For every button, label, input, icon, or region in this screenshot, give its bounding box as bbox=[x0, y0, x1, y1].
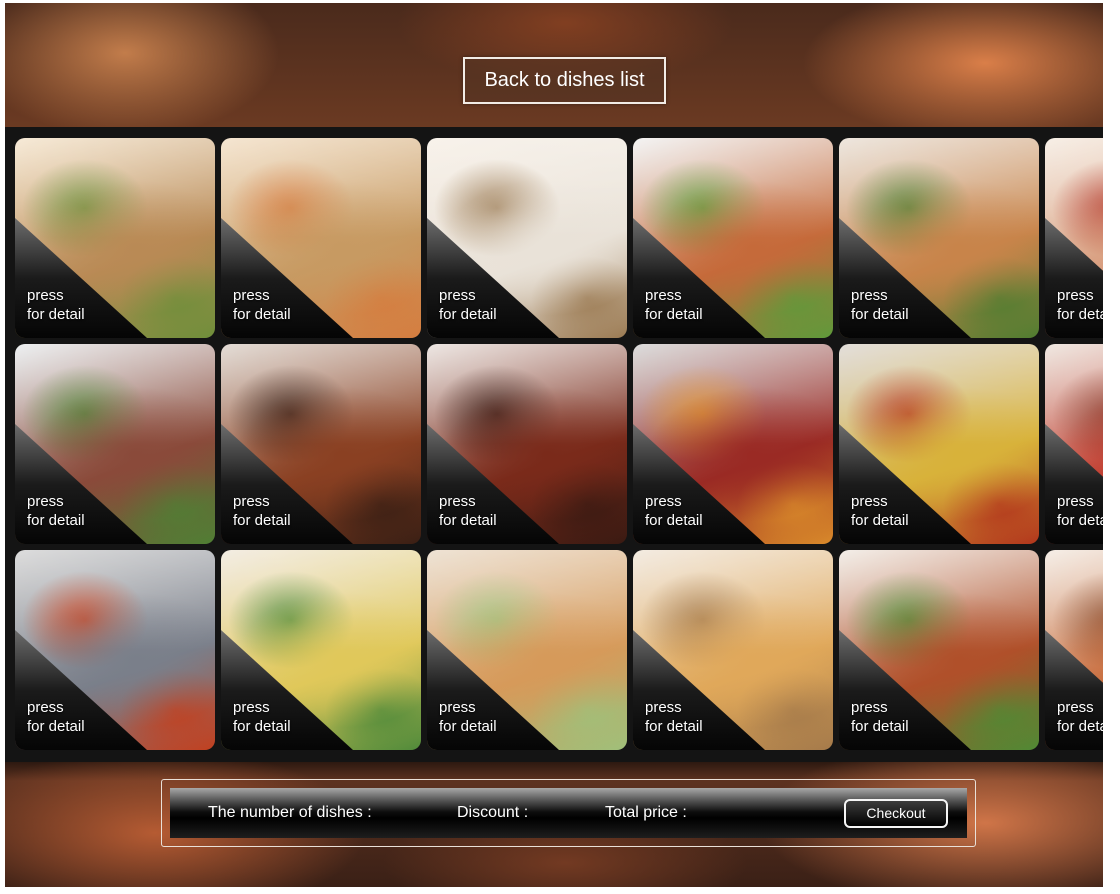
dish-grid: press for detail press for detail press for d… bbox=[5, 127, 1103, 762]
press-for-detail-label: press for detail bbox=[1057, 286, 1103, 324]
for-detail-text: for detail bbox=[851, 306, 909, 323]
tile-gloss bbox=[839, 138, 1039, 238]
press-text: press bbox=[851, 287, 888, 304]
press-for-detail-label: press for detail bbox=[27, 286, 85, 324]
dish-tile[interactable]: press for detail bbox=[1045, 550, 1103, 750]
dish-tile[interactable]: press for detail bbox=[633, 344, 833, 544]
press-text: press bbox=[233, 699, 270, 716]
dish-tile[interactable]: press for detail bbox=[427, 138, 627, 338]
tile-gloss bbox=[839, 550, 1039, 650]
for-detail-text: for detail bbox=[233, 512, 291, 529]
tile-gloss bbox=[15, 550, 215, 650]
press-for-detail-label: press for detail bbox=[439, 698, 497, 736]
tile-gloss bbox=[427, 344, 627, 444]
press-for-detail-label: press for detail bbox=[1057, 698, 1103, 736]
dish-tile[interactable]: press for detail bbox=[221, 138, 421, 338]
press-for-detail-label: press for detail bbox=[233, 698, 291, 736]
press-for-detail-label: press for detail bbox=[645, 698, 703, 736]
for-detail-text: for detail bbox=[233, 718, 291, 735]
tile-gloss bbox=[221, 344, 421, 444]
for-detail-text: for detail bbox=[233, 306, 291, 323]
dish-tile[interactable]: press for detail bbox=[839, 550, 1039, 750]
tile-gloss bbox=[427, 138, 627, 238]
for-detail-text: for detail bbox=[27, 306, 85, 323]
press-text: press bbox=[233, 493, 270, 510]
tile-gloss bbox=[633, 550, 833, 650]
dish-tile[interactable]: press for detail bbox=[1045, 344, 1103, 544]
press-text: press bbox=[851, 493, 888, 510]
press-for-detail-label: press for detail bbox=[27, 492, 85, 530]
dish-tile[interactable]: press for detail bbox=[221, 344, 421, 544]
press-text: press bbox=[645, 699, 682, 716]
press-text: press bbox=[439, 287, 476, 304]
press-for-detail-label: press for detail bbox=[233, 286, 291, 324]
press-for-detail-label: press for detail bbox=[851, 286, 909, 324]
press-for-detail-label: press for detail bbox=[851, 698, 909, 736]
for-detail-text: for detail bbox=[851, 512, 909, 529]
tile-gloss bbox=[1045, 550, 1103, 650]
dish-tile[interactable]: press for detail bbox=[427, 344, 627, 544]
tile-gloss bbox=[15, 344, 215, 444]
for-detail-text: for detail bbox=[645, 512, 703, 529]
press-for-detail-label: press for detail bbox=[645, 286, 703, 324]
press-for-detail-label: press for detail bbox=[439, 286, 497, 324]
press-text: press bbox=[645, 287, 682, 304]
for-detail-text: for detail bbox=[439, 306, 497, 323]
for-detail-text: for detail bbox=[439, 718, 497, 735]
dish-tile[interactable]: press for detail bbox=[427, 550, 627, 750]
press-for-detail-label: press for detail bbox=[439, 492, 497, 530]
dish-tile[interactable]: press for detail bbox=[15, 550, 215, 750]
checkout-button[interactable]: Checkout bbox=[844, 799, 948, 828]
tile-gloss bbox=[633, 344, 833, 444]
dish-tile[interactable]: press for detail bbox=[633, 138, 833, 338]
press-for-detail-label: press for detail bbox=[645, 492, 703, 530]
press-text: press bbox=[27, 493, 64, 510]
tile-gloss bbox=[839, 344, 1039, 444]
for-detail-text: for detail bbox=[1057, 512, 1103, 529]
press-text: press bbox=[1057, 493, 1094, 510]
for-detail-text: for detail bbox=[27, 512, 85, 529]
press-text: press bbox=[439, 699, 476, 716]
dish-tile[interactable]: press for detail bbox=[15, 344, 215, 544]
for-detail-text: for detail bbox=[439, 512, 497, 529]
press-for-detail-label: press for detail bbox=[851, 492, 909, 530]
tile-gloss bbox=[221, 138, 421, 238]
press-for-detail-label: press for detail bbox=[233, 492, 291, 530]
tile-gloss bbox=[633, 138, 833, 238]
discount-label: Discount : bbox=[457, 804, 529, 821]
back-to-dishes-button[interactable]: Back to dishes list bbox=[463, 57, 666, 104]
tile-gloss bbox=[15, 138, 215, 238]
press-text: press bbox=[27, 699, 64, 716]
press-text: press bbox=[851, 699, 888, 716]
for-detail-text: for detail bbox=[1057, 306, 1103, 323]
for-detail-text: for detail bbox=[1057, 718, 1103, 735]
tile-gloss bbox=[427, 550, 627, 650]
dish-tile[interactable]: press for detail bbox=[15, 138, 215, 338]
dish-tile[interactable]: press for detail bbox=[839, 138, 1039, 338]
press-text: press bbox=[645, 493, 682, 510]
tile-gloss bbox=[221, 550, 421, 650]
press-text: press bbox=[27, 287, 64, 304]
press-text: press bbox=[1057, 287, 1094, 304]
press-text: press bbox=[233, 287, 270, 304]
for-detail-text: for detail bbox=[645, 306, 703, 323]
press-for-detail-label: press for detail bbox=[1057, 492, 1103, 530]
total-price-label: Total price : bbox=[605, 804, 687, 821]
dish-tile[interactable]: press for detail bbox=[1045, 138, 1103, 338]
dish-count-label: The number of dishes : bbox=[208, 804, 372, 821]
for-detail-text: for detail bbox=[27, 718, 85, 735]
press-text: press bbox=[439, 493, 476, 510]
dish-tile[interactable]: press for detail bbox=[633, 550, 833, 750]
for-detail-text: for detail bbox=[851, 718, 909, 735]
tile-gloss bbox=[1045, 138, 1103, 238]
tile-gloss bbox=[1045, 344, 1103, 444]
press-for-detail-label: press for detail bbox=[27, 698, 85, 736]
for-detail-text: for detail bbox=[645, 718, 703, 735]
dish-tile[interactable]: press for detail bbox=[221, 550, 421, 750]
dish-tile[interactable]: press for detail bbox=[839, 344, 1039, 544]
press-text: press bbox=[1057, 699, 1094, 716]
